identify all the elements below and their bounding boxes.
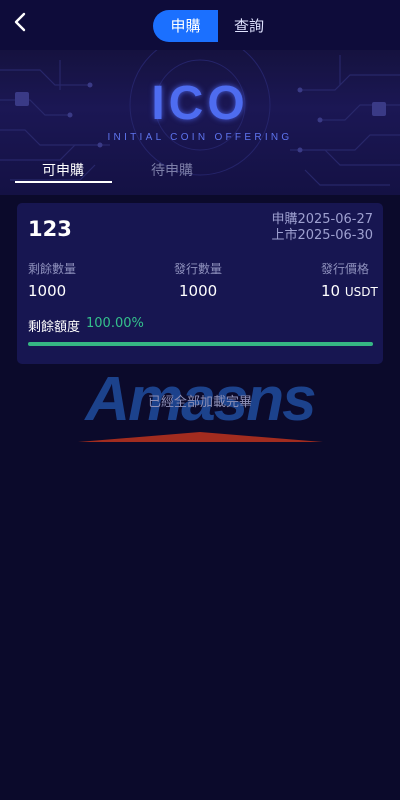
issue-qty-label: 發行數量 [174, 262, 223, 276]
quota-progress-bar [28, 342, 373, 346]
listing-date: 上市2025-06-30 [271, 228, 373, 243]
ico-title: ICO [151, 77, 249, 130]
subtab-available[interactable]: 可申購 [15, 160, 111, 180]
issue-price-label: 發行價格 [321, 262, 370, 276]
issue-price: 10 USDT [321, 282, 378, 300]
remaining-quota-percent: 100.00% [86, 316, 144, 331]
sub-tabs: 可申購 待申購 [0, 152, 400, 192]
all-loaded-text: 已經全部加載完畢 [147, 395, 252, 410]
issue-qty-value: 1000 [179, 282, 218, 300]
remaining-quota-label: 剩餘額度 [28, 320, 81, 335]
remaining-qty-value: 1000 [28, 282, 67, 300]
remaining-qty-label: 剩餘數量 [28, 262, 77, 276]
date-block: 申購2025-06-27 上市2025-06-30 [271, 212, 373, 244]
ico-card[interactable]: 123 申購2025-06-27 上市2025-06-30 剩餘數量 1000 … [17, 203, 383, 364]
tab-query[interactable]: 查詢 [218, 10, 280, 42]
issue-price-unit: USDT [344, 285, 378, 299]
token-name: 123 [28, 217, 72, 241]
subtab-pending[interactable]: 待申購 [124, 160, 220, 180]
ico-app: 申購 查詢 ICO INITIAL COIN OFFERING 可申購 待申購 [0, 0, 400, 800]
ico-subtitle: INITIAL COIN OFFERING [107, 132, 293, 143]
back-arrow-icon[interactable] [10, 10, 34, 34]
tab-subscribe[interactable]: 申購 [153, 10, 218, 42]
segment-control: 申購 查詢 [153, 10, 280, 42]
subscribe-date: 申購2025-06-27 [271, 212, 373, 227]
quota-progress-fill [28, 342, 373, 346]
top-header: 申購 查詢 [0, 0, 400, 50]
issue-price-value: 10 [321, 282, 341, 300]
active-tab-indicator [15, 181, 112, 183]
